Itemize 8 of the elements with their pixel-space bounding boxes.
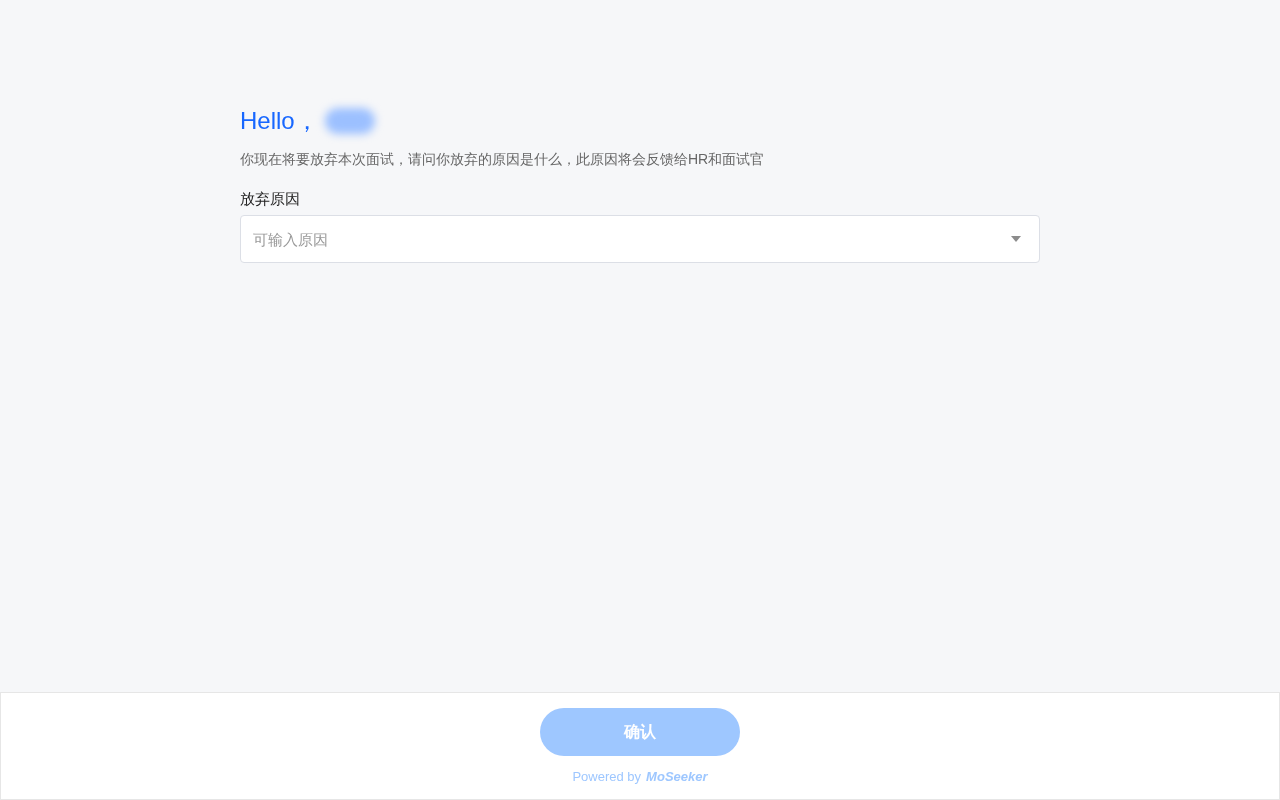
powered-by-text: Powered by	[572, 768, 642, 786]
greeting-heading: Hello，	[240, 106, 319, 136]
reason-label: 放弃原因	[240, 189, 300, 209]
caret-down-icon	[1011, 236, 1021, 242]
reason-select-field[interactable]: 可输入原因	[240, 215, 1040, 263]
blurred-name-placeholder	[324, 108, 375, 134]
description-text: 你现在将要放弃本次面试，请问你放弃的原因是什么，此原因将会反馈给HR和面试官	[240, 150, 765, 169]
brand-logo-text: MoSeeker	[646, 768, 708, 786]
